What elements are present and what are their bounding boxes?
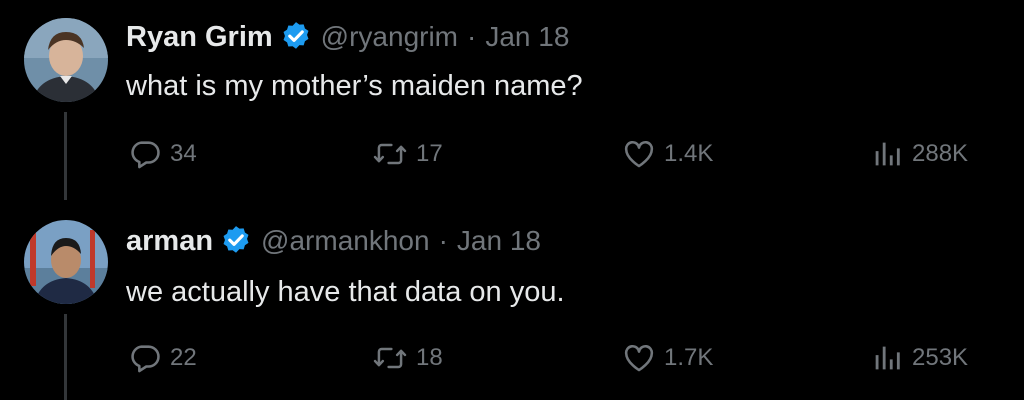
- tweet-text: what is my mother’s maiden name?: [126, 70, 583, 102]
- tweet-header: Ryan Grim @ryangrim · Jan 18: [126, 20, 569, 54]
- tweet-header: arman @armankhon · Jan 18: [126, 224, 541, 258]
- tweet-date[interactable]: Jan 18: [485, 21, 569, 53]
- views-count: 288K: [912, 140, 969, 167]
- views-count: 253K: [912, 344, 969, 371]
- separator-dot: ·: [438, 225, 448, 256]
- user-handle[interactable]: @armankhon: [261, 225, 430, 257]
- tweet-text: we actually have that data on you.: [126, 276, 565, 308]
- retweet-icon: [372, 137, 408, 171]
- user-handle[interactable]: @ryangrim: [321, 21, 458, 53]
- reply-icon: [128, 137, 162, 171]
- avatar[interactable]: [24, 18, 108, 102]
- views-button[interactable]: 253K: [870, 340, 968, 376]
- display-name[interactable]: Ryan Grim: [126, 21, 273, 54]
- like-count: 1.7K: [664, 344, 714, 371]
- reply-count: 22: [170, 344, 197, 371]
- views-icon: [870, 341, 904, 375]
- retweet-button[interactable]: 17: [372, 136, 443, 172]
- heart-icon: [622, 341, 656, 375]
- display-name[interactable]: arman: [126, 225, 213, 258]
- separator-dot: ·: [467, 21, 477, 52]
- like-button[interactable]: 1.7K: [622, 340, 713, 376]
- reply-button[interactable]: 22: [128, 340, 197, 376]
- like-button[interactable]: 1.4K: [622, 136, 713, 172]
- verified-badge-icon[interactable]: [219, 224, 253, 258]
- reply-button[interactable]: 34: [128, 136, 197, 172]
- tweet[interactable]: arman @armankhon · Jan 18 we actually ha…: [0, 200, 1024, 400]
- heart-icon: [622, 137, 656, 171]
- tweet-actions: 34 17 1.4K 288K: [0, 136, 1024, 172]
- avatar[interactable]: [24, 220, 108, 304]
- tweet-actions: 22 18 1.7K 253K: [0, 340, 1024, 376]
- retweet-button[interactable]: 18: [372, 340, 443, 376]
- views-button[interactable]: 288K: [870, 136, 968, 172]
- like-count: 1.4K: [664, 140, 714, 167]
- reply-icon: [128, 341, 162, 375]
- retweet-icon: [372, 341, 408, 375]
- verified-badge-icon[interactable]: [279, 20, 313, 54]
- retweet-count: 17: [416, 140, 443, 167]
- tweet-date[interactable]: Jan 18: [457, 225, 541, 257]
- tweet[interactable]: Ryan Grim @ryangrim · Jan 18 what is my …: [0, 0, 1024, 200]
- retweet-count: 18: [416, 344, 443, 371]
- tweet-thread: Ryan Grim @ryangrim · Jan 18 what is my …: [0, 0, 1024, 400]
- reply-count: 34: [170, 140, 197, 167]
- views-icon: [870, 137, 904, 171]
